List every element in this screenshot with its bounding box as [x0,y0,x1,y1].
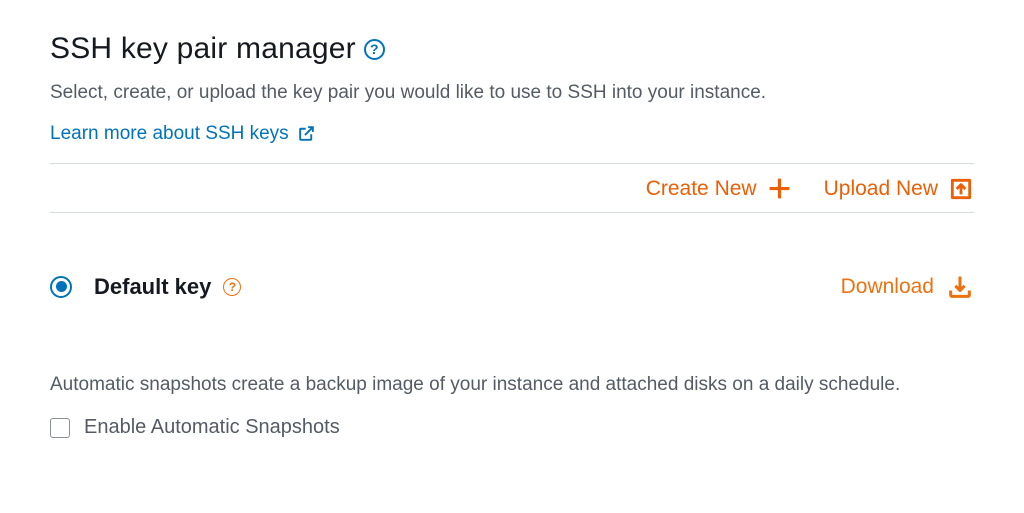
upload-new-label: Upload New [824,177,938,201]
page-description: Select, create, or upload the key pair y… [50,80,974,107]
create-new-button[interactable]: Create New [646,176,792,201]
download-icon [946,273,974,301]
snapshots-description: Automatic snapshots create a backup imag… [50,371,974,399]
help-icon[interactable]: ? [223,278,241,296]
plus-icon [767,176,792,201]
radio-selected-icon [56,281,67,292]
learn-more-label: Learn more about SSH keys [50,123,289,145]
help-icon[interactable]: ? [364,39,385,60]
upload-icon [948,176,974,202]
action-bar: Create New Upload New [50,164,974,212]
key-radio[interactable] [50,276,72,298]
enable-snapshots-label[interactable]: Enable Automatic Snapshots [84,416,340,439]
download-button[interactable]: Download [841,273,974,301]
external-link-icon [297,124,316,143]
key-name-label: Default key [94,274,211,300]
page-title: SSH key pair manager [50,32,356,66]
download-label: Download [841,275,934,299]
create-new-label: Create New [646,177,757,201]
enable-snapshots-checkbox[interactable] [50,418,70,438]
upload-new-button[interactable]: Upload New [824,176,974,202]
key-row: Default key ? Download [50,213,974,341]
learn-more-link[interactable]: Learn more about SSH keys [50,123,316,145]
